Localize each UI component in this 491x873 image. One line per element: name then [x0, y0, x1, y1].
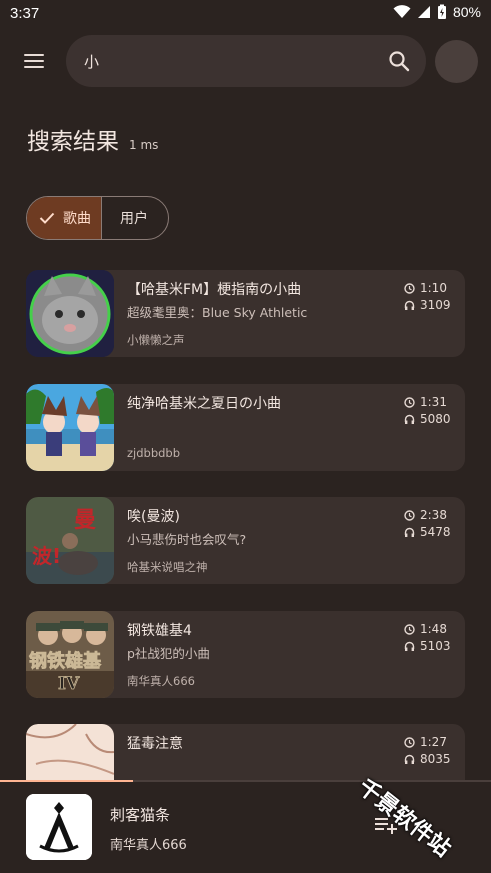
battery-icon	[437, 4, 446, 19]
clock-icon	[404, 624, 415, 635]
wifi-icon	[393, 5, 411, 18]
filter-songs-label: 歌曲	[63, 211, 91, 227]
song-plays: 5478	[420, 525, 451, 539]
now-playing-title: 刺客猫条	[110, 806, 171, 824]
song-uploader: 哈基米说唱之神	[127, 560, 208, 574]
song-title: 钢铁雄基4	[127, 623, 192, 639]
results-header: 搜索结果 1 ms	[27, 122, 158, 156]
song-duration: 2:38	[420, 508, 447, 522]
song-subtitle: 超级耄里奥：Blue Sky Athletic	[127, 305, 308, 320]
song-uploader: zjdbbdbb	[127, 446, 181, 460]
status-bar: 3:37 80%	[0, 0, 491, 28]
song-thumbnail	[26, 384, 114, 471]
filter-users-label: 用户	[120, 211, 148, 227]
song-plays: 5080	[420, 412, 451, 426]
now-playing-artist: 南华真人666	[110, 838, 187, 853]
song-uploader: 小懒懒之声	[127, 333, 185, 347]
now-playing-art	[26, 794, 92, 860]
page-title: 搜索结果	[27, 129, 119, 155]
song-card[interactable]: 纯净哈基米之夏日の小曲 zjdbbdbb 1:31 5080	[26, 384, 465, 471]
search-bar[interactable]	[66, 35, 426, 87]
song-subtitle: 小马悲伤时也会叹气?	[127, 532, 247, 547]
thumb-text-numeral: IV	[58, 674, 80, 694]
song-thumbnail	[26, 270, 114, 357]
playback-progress-fill	[0, 780, 133, 782]
search-icon[interactable]	[388, 50, 410, 72]
thumb-text-bo: 波!	[32, 544, 61, 568]
clock-icon	[404, 397, 415, 408]
signal-icon	[417, 6, 430, 18]
headphones-icon	[404, 527, 415, 537]
song-card[interactable]: 钢铁雄基 IV 钢铁雄基4 p社战犯的小曲 南华真人666 1:48 5103	[26, 611, 465, 698]
song-title: 唉(曼波)	[127, 509, 180, 525]
search-input[interactable]	[84, 52, 364, 70]
avatar[interactable]	[435, 40, 478, 83]
menu-icon[interactable]	[24, 48, 54, 74]
song-duration: 1:48	[420, 622, 447, 636]
search-time: 1 ms	[129, 138, 159, 152]
clock-icon	[404, 283, 415, 294]
thumb-text-man: 曼	[74, 508, 96, 533]
song-plays: 8035	[420, 752, 451, 766]
status-icons: 80%	[393, 4, 481, 20]
clock-icon	[404, 510, 415, 521]
song-subtitle: p社战犯的小曲	[127, 646, 210, 661]
song-meta: 1:48 5103	[404, 621, 451, 655]
song-meta: 1:10 3109	[404, 280, 451, 314]
headphones-icon	[404, 641, 415, 651]
song-plays: 5103	[420, 639, 451, 653]
clock-icon	[404, 737, 415, 748]
song-thumbnail: 曼 波!	[26, 497, 114, 584]
song-plays: 3109	[420, 298, 451, 312]
song-thumbnail: 钢铁雄基 IV	[26, 611, 114, 698]
song-title: 纯净哈基米之夏日の小曲	[127, 396, 281, 412]
song-meta: 2:38 5478	[404, 507, 451, 541]
headphones-icon	[404, 754, 415, 764]
song-duration: 1:27	[420, 735, 447, 749]
thumb-text-title: 钢铁雄基	[29, 650, 102, 672]
song-card[interactable]: 曼 波! 唉(曼波) 小马悲伤时也会叹气? 哈基米说唱之神 2:38 5478	[26, 497, 465, 584]
filter-users[interactable]: 用户	[102, 197, 168, 239]
song-title: 【哈基米FM】梗指南の小曲	[127, 282, 302, 298]
song-meta: 1:31 5080	[404, 394, 451, 428]
check-icon	[39, 212, 55, 224]
status-time: 3:37	[10, 5, 40, 22]
filter-segmented: 歌曲 用户	[26, 196, 169, 240]
battery-level: 80%	[452, 4, 481, 20]
song-duration: 1:10	[420, 281, 447, 295]
song-uploader: 南华真人666	[127, 674, 195, 688]
filter-songs[interactable]: 歌曲	[27, 197, 102, 239]
headphones-icon	[404, 300, 415, 310]
song-title: 猛毒注意	[127, 736, 183, 752]
song-meta: 1:27 8035	[404, 734, 451, 768]
headphones-icon	[404, 414, 415, 424]
song-duration: 1:31	[420, 395, 447, 409]
song-card[interactable]: 【哈基米FM】梗指南の小曲 超级耄里奥：Blue Sky Athletic 小懒…	[26, 270, 465, 357]
